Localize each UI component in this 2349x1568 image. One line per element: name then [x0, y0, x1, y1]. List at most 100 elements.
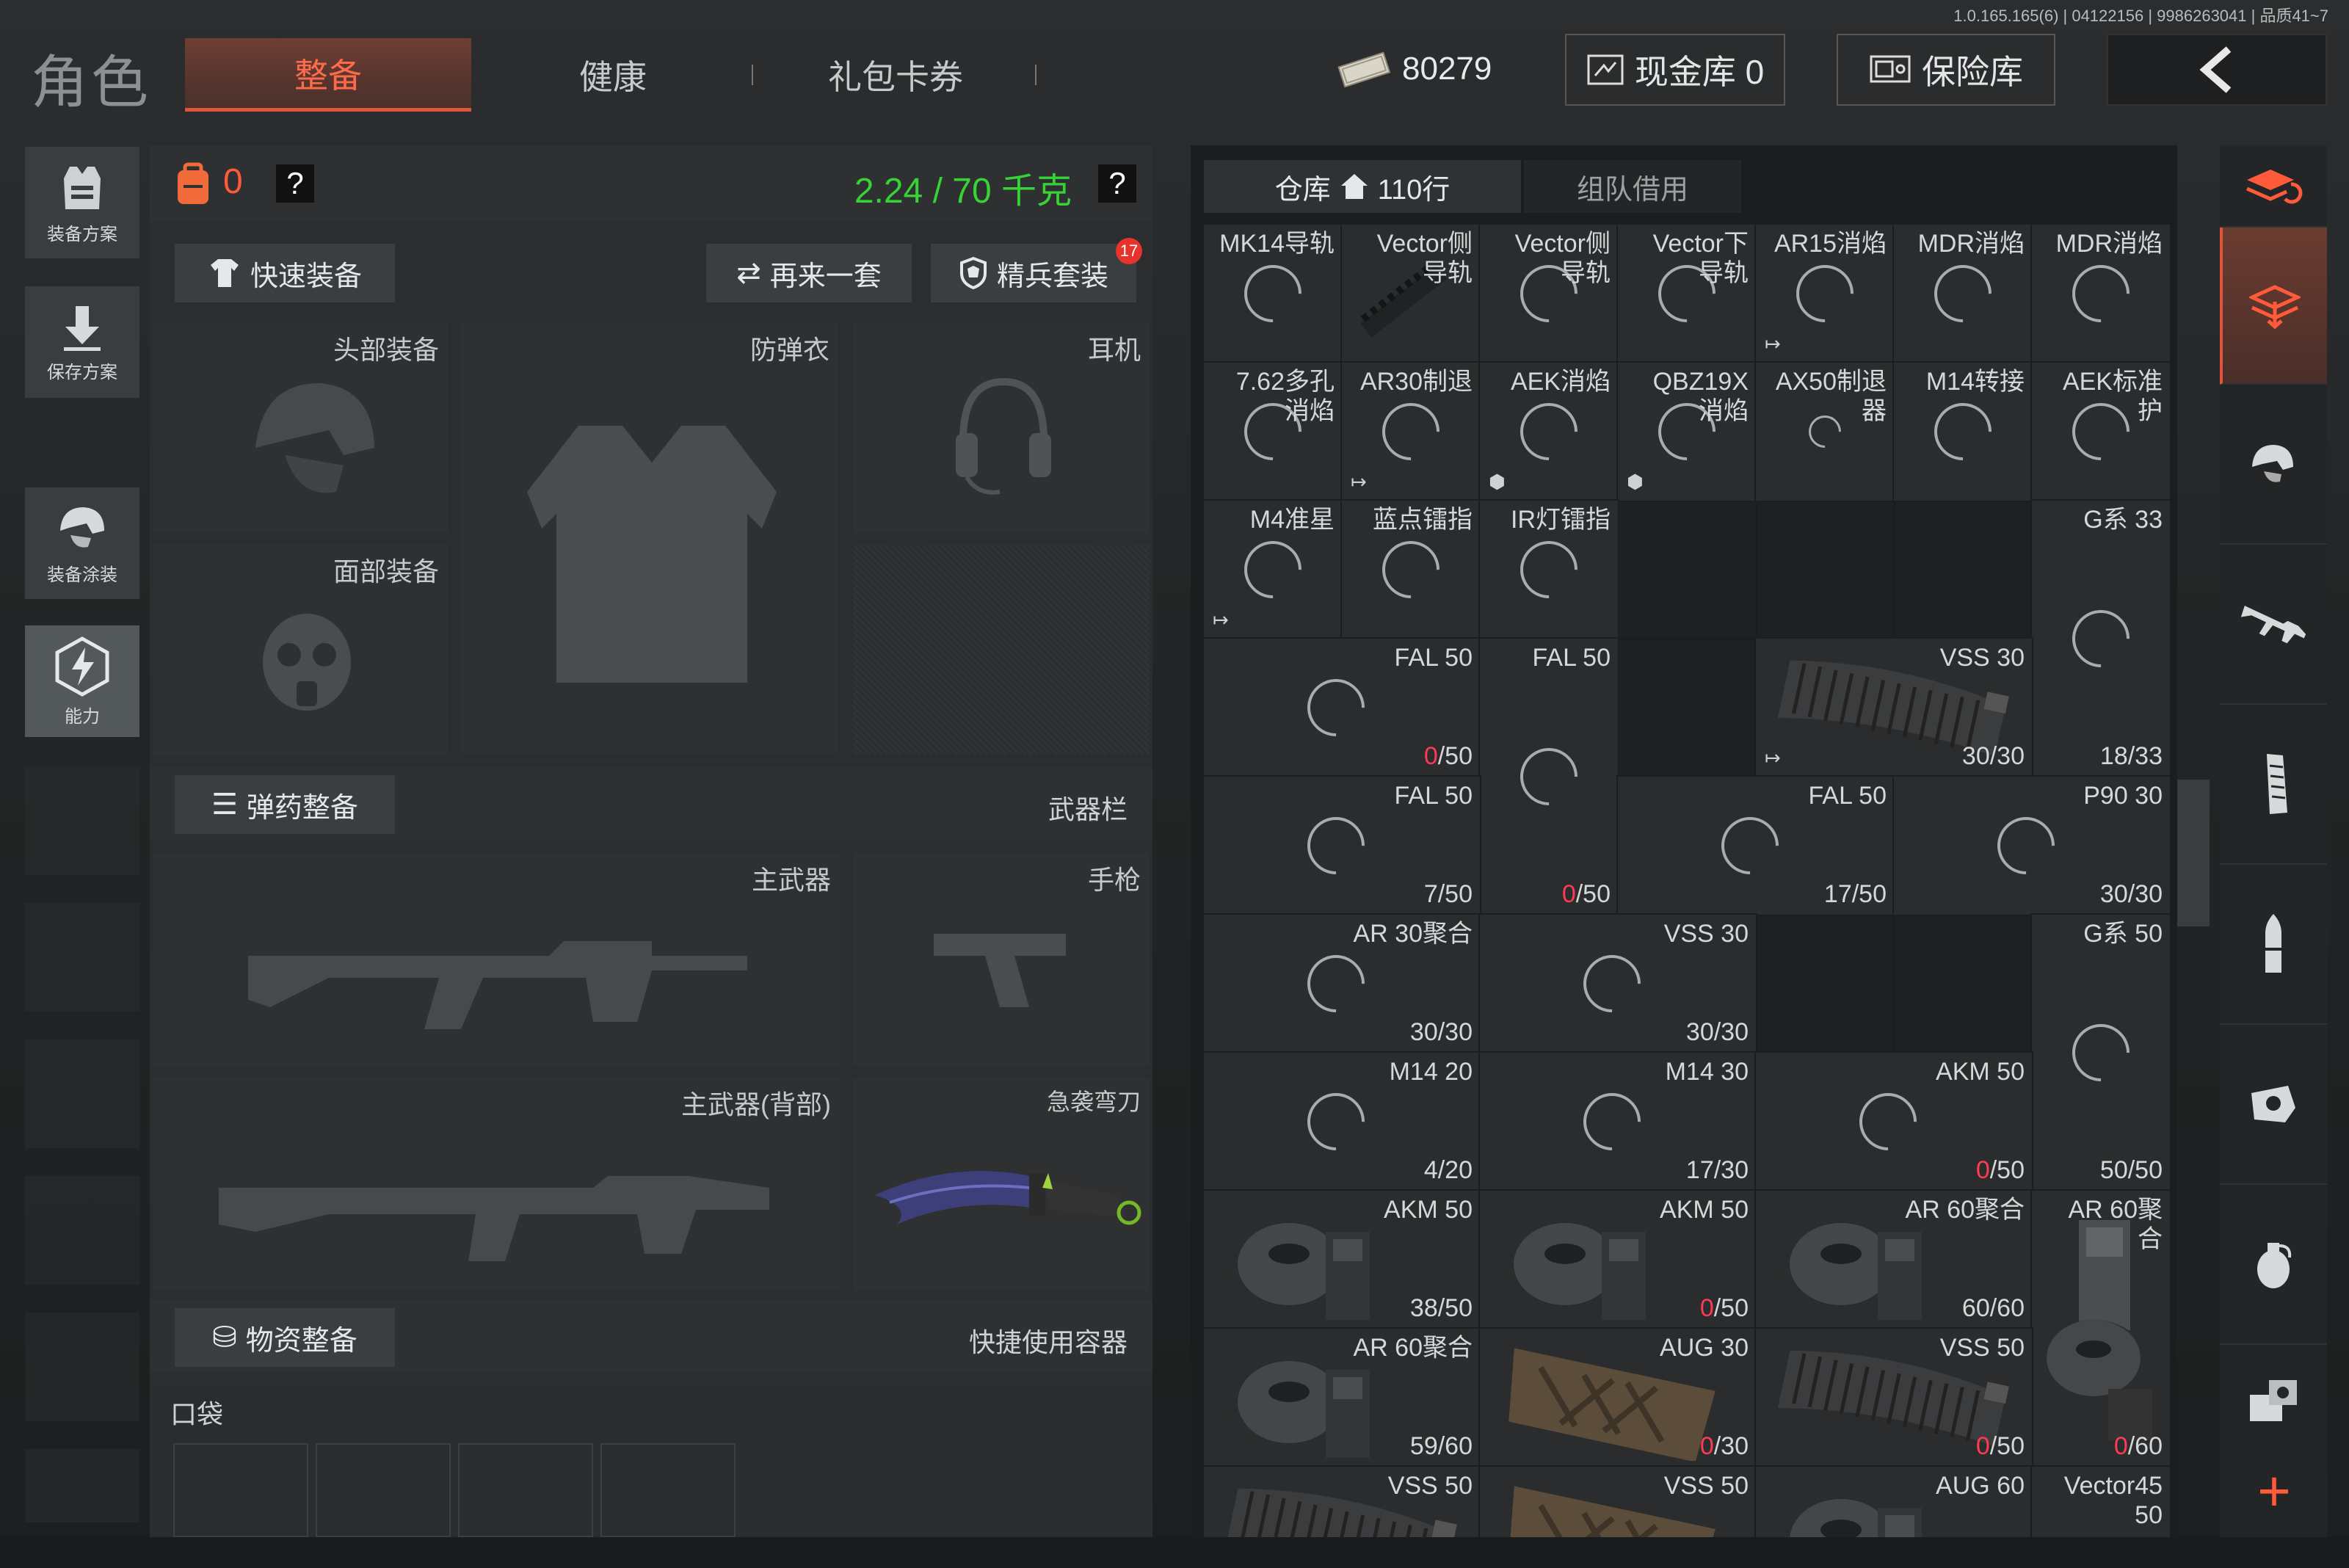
inventory-item[interactable]: G系 50 50/50 — [2030, 913, 2170, 1192]
inventory-item[interactable]: AR 60聚合 60/60 — [1754, 1189, 2033, 1330]
grenade-icon — [2257, 1243, 2292, 1288]
save-plan-button[interactable]: 保存方案 — [25, 286, 139, 398]
inventory-item[interactable]: AR 60聚合 59/60 — [1204, 1327, 1481, 1468]
category-ammo-button[interactable] — [2220, 865, 2327, 1025]
slot-headset[interactable]: 耳机 — [853, 323, 1150, 533]
inventory-item[interactable]: AKM 50 38/50 — [1204, 1189, 1481, 1330]
inventory-item[interactable]: FAL 50 0/50 — [1204, 637, 1481, 778]
pocket-slot[interactable] — [600, 1443, 736, 1537]
tab-team-borrow[interactable]: 组队借用 — [1524, 160, 1741, 213]
inventory-item[interactable]: P90 30 30/30 — [1892, 775, 2170, 916]
inventory-item[interactable]: G系 33 18/33 — [2030, 499, 2170, 778]
inventory-item[interactable]: AUG 30 0/30 — [1478, 1327, 1757, 1468]
inventory-item[interactable]: MK14导轨 — [1204, 225, 1343, 364]
slot-primary-weapon[interactable]: 主武器 — [153, 853, 840, 1066]
inventory-item[interactable]: FAL 50 17/50 — [1616, 775, 1895, 916]
inventory-item[interactable]: AR15消焰 ↦ — [1754, 225, 1895, 364]
inventory-item[interactable]: AKM 50 0/50 — [1754, 1051, 2033, 1192]
safe-button[interactable]: 保险库 — [1837, 34, 2055, 106]
category-rifle-button[interactable] — [2220, 545, 2327, 705]
inventory-item[interactable]: VSS 50 — [1478, 1465, 1757, 1537]
cash-vault-button[interactable]: 现金库 0 — [1565, 34, 1785, 106]
category-grenade-button[interactable] — [2220, 1185, 2327, 1345]
slot-face[interactable]: 面部装备 — [153, 545, 448, 755]
item-name: AR30制退 — [1359, 368, 1473, 396]
inventory-item[interactable]: AKM 50 0/50 — [1478, 1189, 1757, 1330]
inventory-item[interactable]: AR 30聚合 30/30 — [1204, 913, 1481, 1054]
inventory-item[interactable]: Vector45 50 — [2030, 1465, 2170, 1537]
cash-vault-label: 现金库 0 — [1634, 53, 1765, 91]
category-attachment-button[interactable] — [2220, 1025, 2327, 1185]
bullet-icon — [2264, 914, 2283, 973]
tab-health[interactable]: 健康 — [507, 38, 719, 112]
inventory-item[interactable]: VSS 30 30/30 — [1478, 913, 1757, 1054]
pocket-slot[interactable] — [173, 1443, 308, 1537]
inventory-item[interactable]: M14转接 — [1892, 361, 2033, 502]
slot-primary-back[interactable]: 主武器(背部) — [153, 1078, 840, 1291]
inventory-item[interactable]: Vector侧 导轨 — [1478, 225, 1619, 364]
empty-inventory-cell[interactable] — [1616, 637, 1757, 778]
scrollbar-thumb[interactable] — [2177, 780, 2210, 926]
inventory-item[interactable]: AEK消焰 ⬢ — [1478, 361, 1619, 502]
inventory-item[interactable]: AR30制退 ↦ — [1340, 361, 1481, 502]
inventory-item[interactable]: 蓝点镭指 — [1340, 499, 1481, 640]
weight-help-icon[interactable]: ? — [1098, 164, 1136, 203]
inventory-item[interactable]: FAL 50 7/50 — [1204, 775, 1481, 916]
inventory-item[interactable]: 7.62多孔 消焰 — [1204, 361, 1343, 502]
empty-inventory-cell[interactable] — [1754, 913, 1895, 1054]
inventory-item[interactable]: VSS 50 — [1204, 1465, 1481, 1537]
inventory-item[interactable]: AEK标准 护 — [2030, 361, 2170, 502]
empty-inventory-cell[interactable] — [1754, 499, 1895, 640]
inventory-item[interactable]: IR灯镭指 — [1478, 499, 1619, 640]
inventory-item[interactable]: VSS 50 0/50 — [1754, 1327, 2033, 1468]
pocket-slot[interactable] — [316, 1443, 451, 1537]
tab-gift[interactable]: 礼包卡券 — [778, 38, 1013, 112]
item-name: AEK消焰 — [1510, 368, 1611, 396]
category-helmet-button[interactable] — [2220, 385, 2327, 545]
equipment-plan-button[interactable]: 装备方案 — [25, 147, 139, 258]
ability-button[interactable]: 能力 — [25, 625, 139, 737]
slot-head[interactable]: 头部装备 — [153, 323, 448, 533]
equipment-skin-button[interactable]: 装备涂装 — [25, 487, 139, 599]
supply-equip-button[interactable]: ⛁ 物资整备 — [175, 1308, 395, 1367]
inventory-item[interactable]: MDR消焰 — [1892, 225, 2033, 364]
slot-melee[interactable]: 急袭弯刀 — [853, 1078, 1150, 1291]
slot-armor[interactable]: 防弹衣 — [461, 323, 838, 753]
empty-inventory-cell[interactable] — [1616, 499, 1757, 640]
category-stash-button[interactable] — [2220, 228, 2327, 385]
empty-inventory-cell[interactable] — [1892, 913, 2033, 1054]
slot-pistol[interactable]: 手枪 — [853, 853, 1150, 1066]
inventory-item[interactable]: VSS 30 30/30 ↦ — [1754, 637, 2033, 778]
back-button[interactable] — [2107, 34, 2327, 106]
add-icon[interactable]: + — [2251, 1462, 2298, 1520]
inventory-item[interactable]: MDR消焰 — [2030, 225, 2170, 364]
tab-equip[interactable]: 整备 — [185, 38, 471, 112]
equip-again-button[interactable]: ⇄ 再来一套 — [706, 244, 912, 302]
inventory-item[interactable]: M4准星 ↦ — [1204, 499, 1343, 640]
ammo-equip-button[interactable]: ☰ 弹药整备 — [175, 775, 395, 834]
item-count: 0/60 — [2114, 1432, 2163, 1461]
inventory-item[interactable]: AX50制退 器 — [1754, 361, 1895, 502]
inventory-item[interactable]: Vector下 导轨 — [1616, 225, 1757, 364]
pocket-slot[interactable] — [458, 1443, 593, 1537]
tab-warehouse[interactable]: 仓库 110行 — [1204, 160, 1521, 213]
empty-inventory-cell[interactable] — [1892, 499, 2033, 640]
inventory-item[interactable]: AR 60聚 合 0/60 — [2030, 1189, 2170, 1468]
quick-equip-button[interactable]: 快速装备 — [175, 244, 395, 302]
inventory-item[interactable]: Vector侧 导轨 — [1340, 225, 1481, 364]
category-all-button[interactable] — [2220, 145, 2327, 228]
item-count: 30/30 — [1961, 742, 2025, 770]
help-icon[interactable]: ? — [276, 164, 314, 203]
headset-icon — [956, 377, 1051, 495]
category-magazine-button[interactable] — [2220, 705, 2327, 865]
item-count: 0 — [223, 162, 243, 201]
loading-spinner-icon — [1370, 529, 1452, 611]
inventory-item[interactable]: QBZ19X 消焰 ⬢ — [1616, 361, 1757, 502]
elite-set-button[interactable]: 精兵套装 — [931, 244, 1136, 302]
inventory-item[interactable]: M14 20 4/20 — [1204, 1051, 1481, 1192]
category-supplies-button[interactable] — [2220, 1345, 2327, 1455]
inventory-item[interactable]: FAL 50 0/50 — [1478, 637, 1619, 916]
slot-headset-label: 耳机 — [1087, 335, 1141, 365]
inventory-item[interactable]: AUG 60 — [1754, 1465, 2033, 1537]
inventory-item[interactable]: M14 30 17/30 — [1478, 1051, 1757, 1192]
